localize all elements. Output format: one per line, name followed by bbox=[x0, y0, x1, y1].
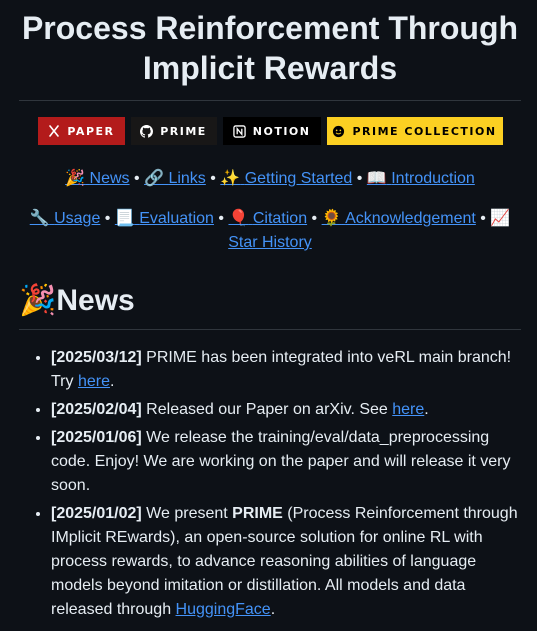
nav-link-links[interactable]: 🔗 Links bbox=[144, 170, 206, 187]
news-link-huggingface[interactable]: HuggingFace bbox=[176, 601, 271, 618]
nav-link-news[interactable]: 🎉 News bbox=[65, 170, 129, 187]
book-icon: 📖 bbox=[366, 170, 387, 187]
prime-badge-label: PRIME bbox=[160, 124, 207, 138]
nav-separator: • bbox=[311, 210, 318, 227]
sparkles-icon: ✨ bbox=[220, 170, 241, 187]
list-item: [2025/02/04] Released our Paper on arXiv… bbox=[51, 398, 521, 422]
title-divider bbox=[19, 100, 521, 101]
page-title: Process Reinforcement Through Implicit R… bbox=[21, 10, 519, 86]
news-divider bbox=[19, 329, 521, 330]
notion-badge-label: NOTION bbox=[252, 124, 311, 138]
paper-badge[interactable]: PAPER bbox=[37, 117, 125, 145]
nav-links-row-1: 🎉 News • 🔗 Links • ✨ Getting Started • 📖… bbox=[19, 167, 521, 191]
nav-link-usage[interactable]: 🔧 Usage bbox=[30, 210, 101, 227]
party-icon: 🎉 bbox=[19, 284, 57, 317]
badge-row: PAPER PRIME NOTION PRIME COLLECTION bbox=[19, 117, 521, 145]
link-icon: 🔗 bbox=[144, 170, 164, 187]
github-icon bbox=[140, 124, 154, 138]
balloon-icon: 🎈 bbox=[228, 210, 249, 227]
list-item: [2025/01/06] We release the training/eva… bbox=[51, 426, 521, 498]
prime-collection-badge[interactable]: PRIME COLLECTION bbox=[326, 117, 503, 145]
nav-link-star-history[interactable]: Star History bbox=[228, 234, 312, 251]
news-link-here[interactable]: here bbox=[392, 401, 424, 418]
prime-github-badge[interactable]: PRIME bbox=[130, 117, 217, 145]
arxiv-icon bbox=[48, 124, 61, 138]
nav-separator: • bbox=[356, 170, 363, 187]
nav-link-introduction[interactable]: 📖 Introduction bbox=[367, 170, 475, 187]
nav-link-evaluation[interactable]: 📃 Evaluation bbox=[115, 210, 214, 227]
news-link-here[interactable]: here bbox=[78, 373, 110, 390]
news-list: [2025/03/12] PRIME has been integrated i… bbox=[19, 346, 521, 622]
paper-badge-label: PAPER bbox=[67, 124, 115, 138]
readme-content: Process Reinforcement Through Implicit R… bbox=[19, 0, 521, 626]
news-heading-text: News bbox=[56, 284, 135, 317]
party-icon: 🎉 bbox=[65, 170, 86, 187]
list-item: [2025/03/12] PRIME has been integrated i… bbox=[51, 346, 521, 394]
page-icon: 📃 bbox=[114, 210, 135, 227]
collection-badge-label: PRIME COLLECTION bbox=[352, 124, 497, 138]
nav-separator: • bbox=[104, 210, 111, 227]
list-item: [2025/01/02] We present PRIME (Process R… bbox=[51, 502, 521, 622]
sunflower-icon: 🌻 bbox=[321, 210, 342, 227]
wrench-icon: 🔧 bbox=[29, 210, 50, 227]
notion-icon bbox=[232, 124, 246, 138]
nav-link-acknowledgement[interactable]: 🌻 Acknowledgement bbox=[322, 210, 476, 227]
notion-badge[interactable]: NOTION bbox=[222, 117, 321, 145]
nav-link-getting-started[interactable]: ✨ Getting Started bbox=[220, 170, 352, 187]
nav-link-citation[interactable]: 🎈 Citation bbox=[228, 210, 307, 227]
nav-separator: • bbox=[210, 170, 216, 187]
nav-separator: • bbox=[480, 210, 486, 227]
nav-links-row-2: 🔧 Usage • 📃 Evaluation • 🎈 Citation • 🌻 … bbox=[19, 207, 521, 255]
nav-separator: • bbox=[218, 210, 225, 227]
huggingface-icon bbox=[332, 124, 345, 138]
nav-separator: • bbox=[134, 170, 140, 187]
news-heading: 🎉 News bbox=[19, 281, 521, 321]
chart-icon: 📈 bbox=[490, 210, 511, 227]
